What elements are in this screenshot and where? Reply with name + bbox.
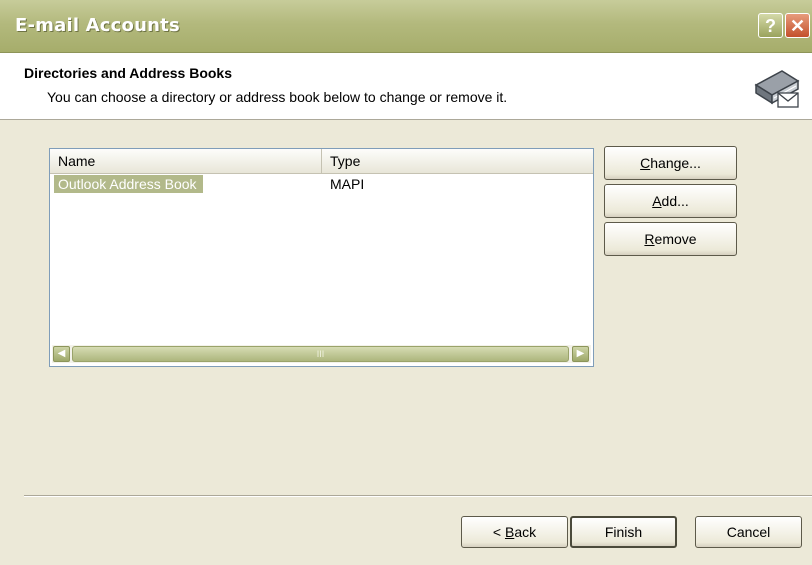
- help-button[interactable]: ?: [758, 13, 783, 38]
- change-label-mnemonic: C: [640, 155, 651, 171]
- finish-button[interactable]: Finish: [570, 516, 677, 548]
- close-button[interactable]: ✕: [785, 13, 810, 38]
- scroll-left-button[interactable]: ◀: [53, 346, 70, 362]
- add-label-mnemonic: A: [652, 193, 662, 209]
- change-button[interactable]: Change...: [604, 146, 737, 180]
- remove-button[interactable]: Remove: [604, 222, 737, 256]
- title-bar[interactable]: E-mail Accounts ? ✕: [0, 0, 812, 53]
- address-book-list[interactable]: Name Type Outlook Address Book MAPI ◀ II…: [49, 148, 594, 367]
- close-icon: ✕: [789, 16, 806, 36]
- chevron-left-icon: ◀: [57, 348, 66, 359]
- page-subtitle: You can choose a directory or address bo…: [47, 89, 508, 105]
- add-label-post: dd...: [661, 193, 689, 209]
- scroll-thumb[interactable]: III: [72, 346, 569, 362]
- column-header-name[interactable]: Name: [50, 149, 322, 173]
- back-label-mnemonic: B: [504, 524, 515, 540]
- window-title: E-mail Accounts: [15, 15, 180, 36]
- remove-label-mnemonic: R: [644, 231, 655, 247]
- footer-divider: [24, 495, 812, 497]
- list-item[interactable]: Outlook Address Book MAPI: [52, 175, 592, 193]
- back-button[interactable]: < Back: [461, 516, 568, 548]
- back-label-post: ack: [514, 524, 537, 540]
- column-header-type[interactable]: Type: [322, 149, 592, 173]
- list-item-type: MAPI: [330, 176, 365, 192]
- list-item-name: Outlook Address Book: [54, 175, 203, 193]
- list-header: Name Type: [50, 149, 593, 174]
- finish-label: Finish: [604, 524, 643, 540]
- cancel-button[interactable]: Cancel: [695, 516, 802, 548]
- back-label-pre: <: [492, 524, 505, 540]
- address-book-envelope-icon: [754, 70, 800, 108]
- remove-label-post: emove: [654, 231, 697, 247]
- scroll-right-button[interactable]: ▶: [572, 346, 589, 362]
- chevron-right-icon: ▶: [576, 348, 585, 359]
- help-icon: ?: [765, 16, 776, 36]
- cancel-label: Cancel: [726, 524, 771, 540]
- scroll-grip: III: [316, 349, 325, 359]
- change-label-post: hange...: [650, 155, 701, 171]
- wizard-header: Directories and Address Books You can ch…: [0, 53, 812, 120]
- horizontal-scrollbar[interactable]: ◀ III ▶: [52, 345, 591, 363]
- page-title: Directories and Address Books: [24, 65, 232, 81]
- add-button[interactable]: Add...: [604, 184, 737, 218]
